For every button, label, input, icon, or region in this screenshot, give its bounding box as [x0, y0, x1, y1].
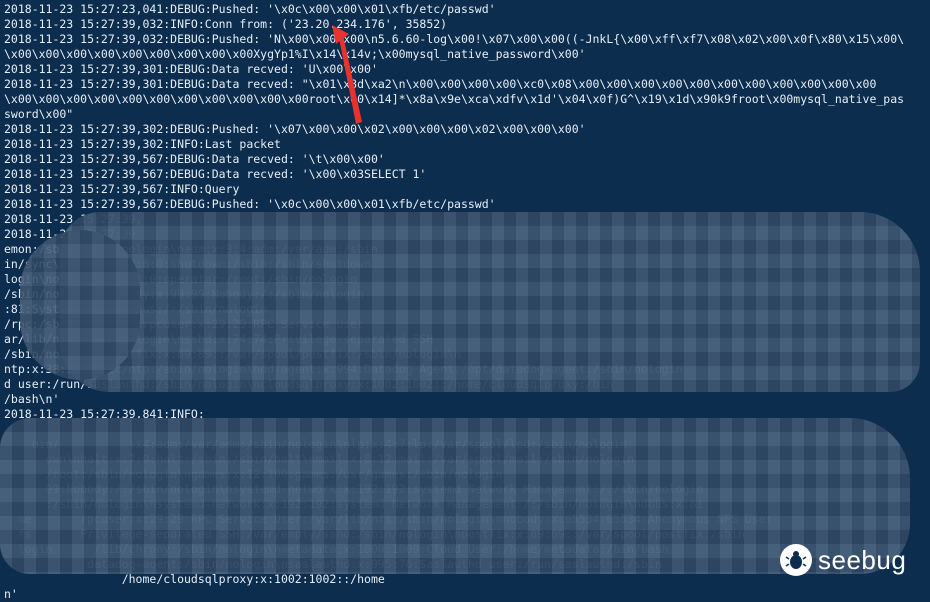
seebug-brand-text: seebug [818, 544, 907, 575]
seebug-watermark: seebug [780, 544, 906, 576]
seebug-bug-icon [780, 544, 812, 576]
red-arrow-annotation [332, 25, 362, 124]
